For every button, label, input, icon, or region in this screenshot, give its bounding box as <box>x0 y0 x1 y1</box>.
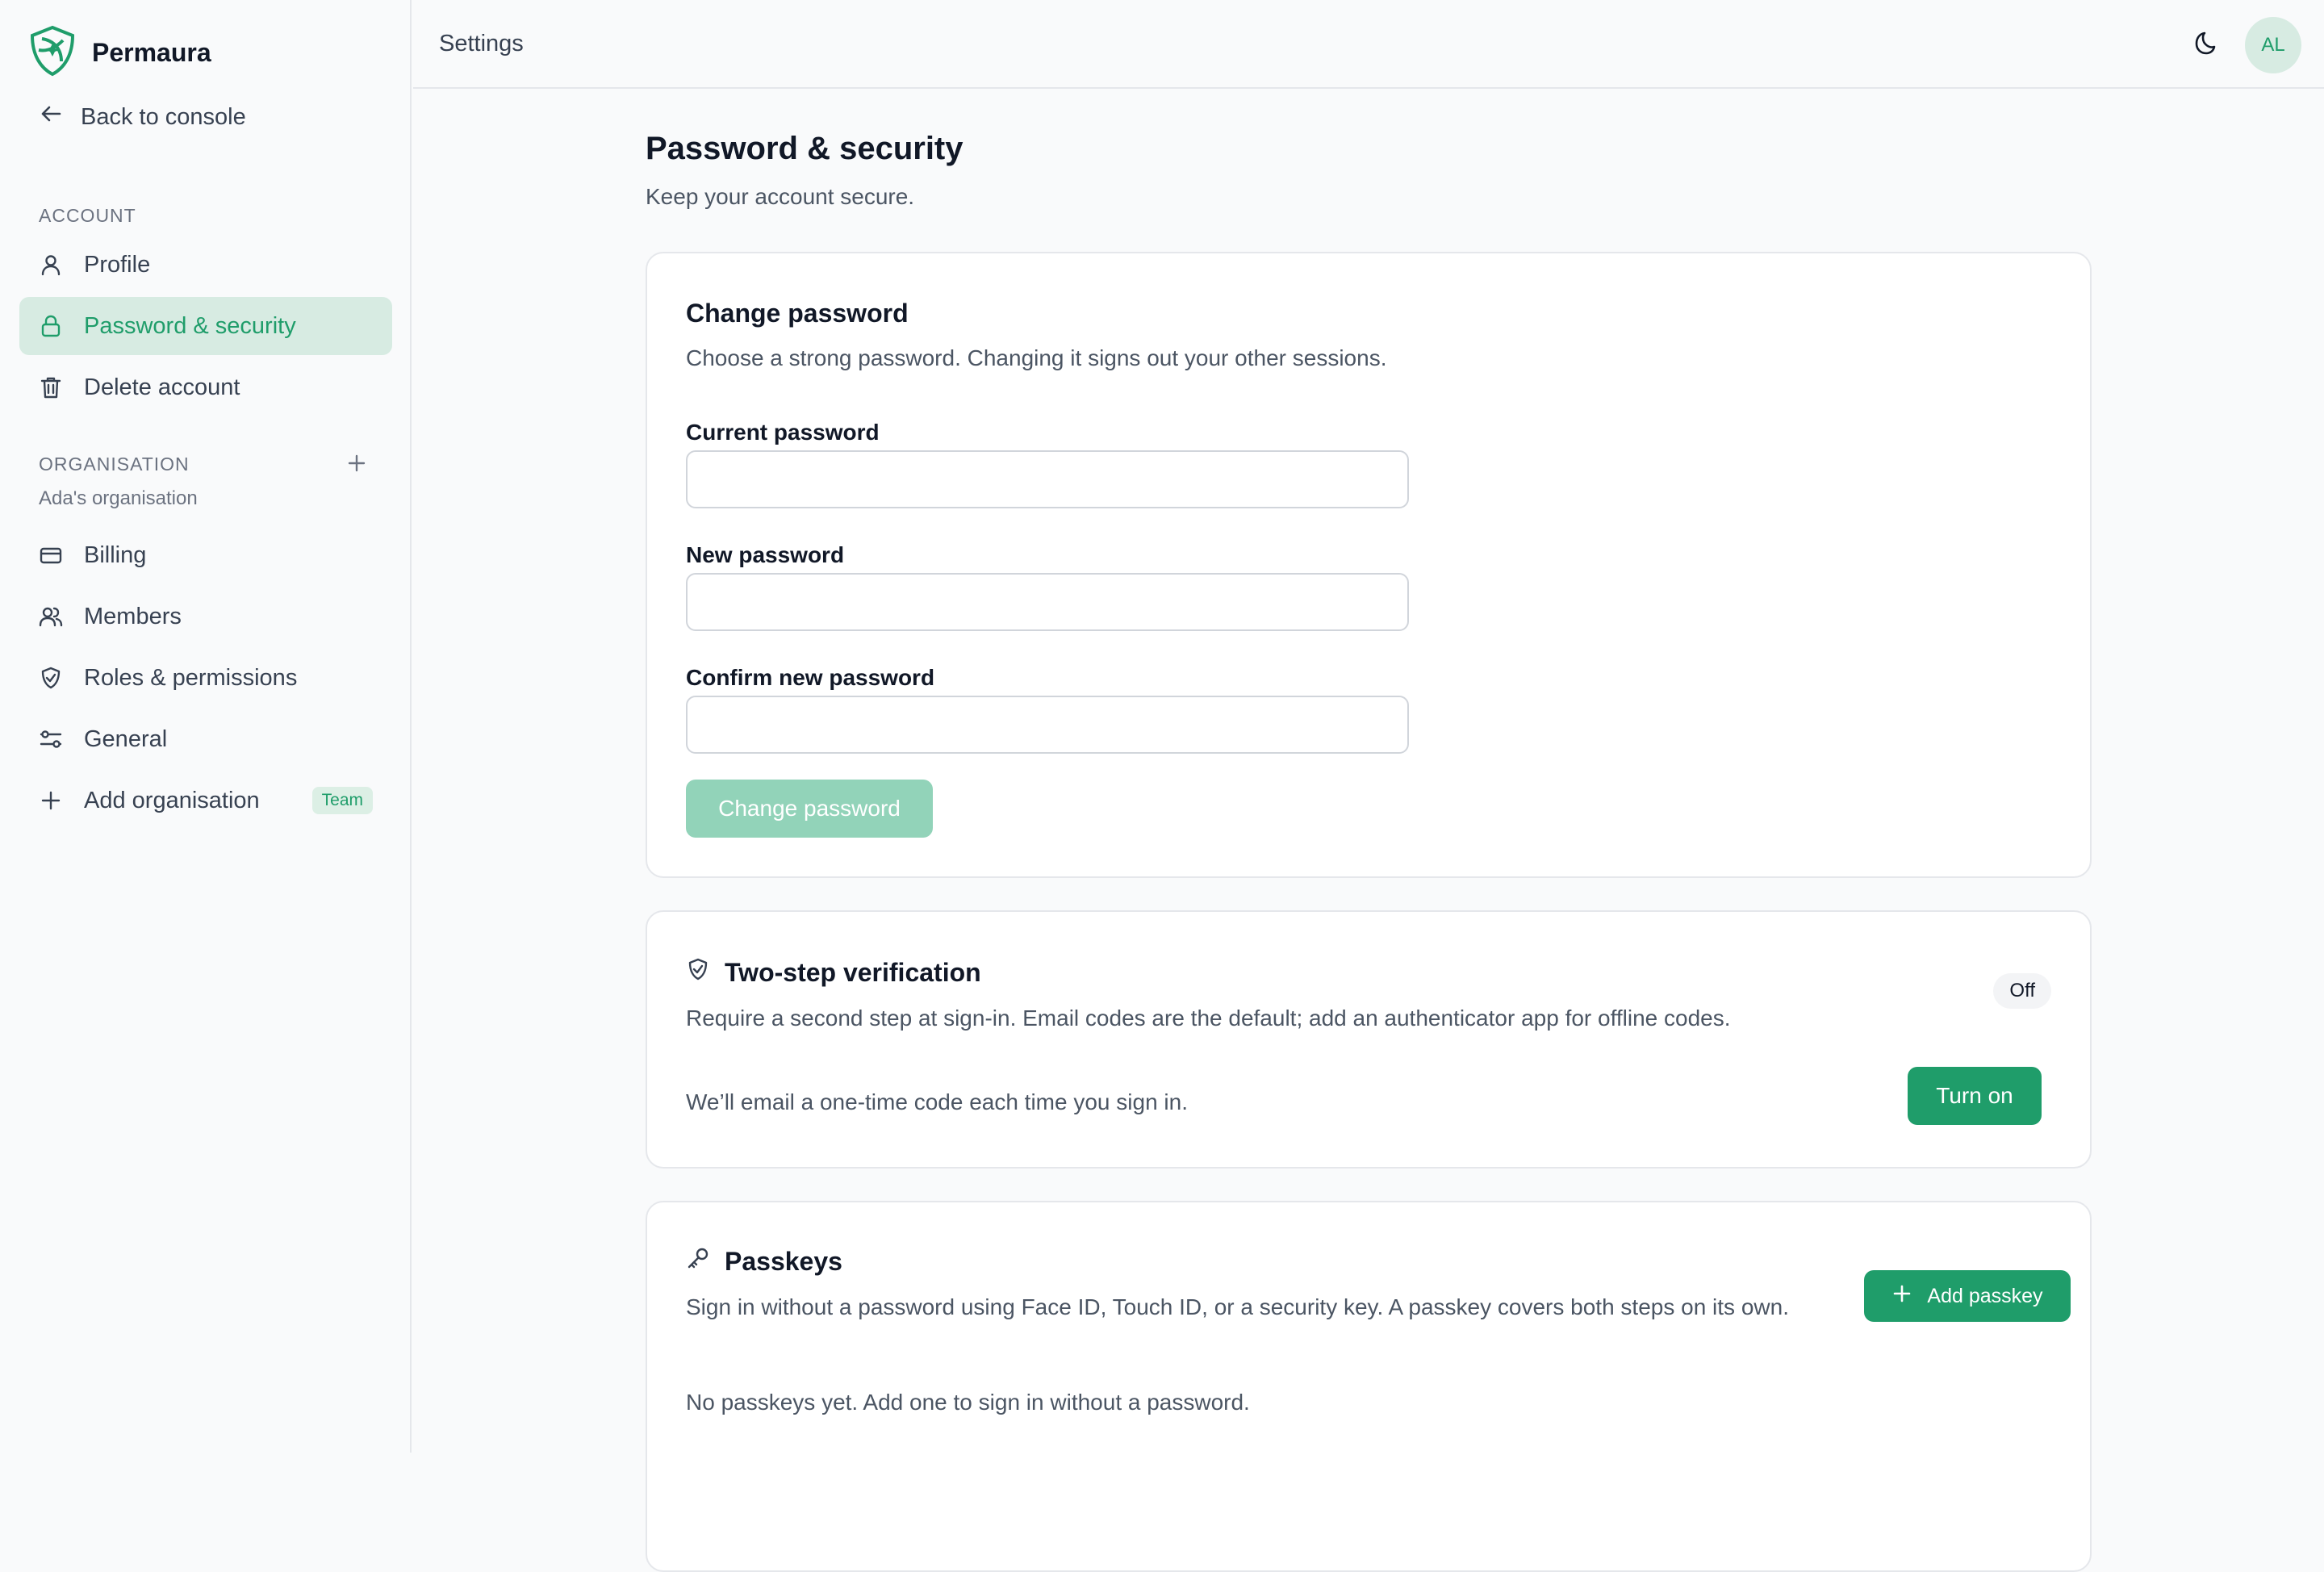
page-subtitle: Keep your account secure. <box>646 184 914 210</box>
arrow-left-icon <box>39 102 63 132</box>
sidebar-item-label: Roles & permissions <box>84 665 297 692</box>
team-badge: Team <box>312 787 373 814</box>
passkeys-description: Sign in without a password using Face ID… <box>686 1291 1832 1323</box>
topbar: Settings AL <box>413 0 2324 89</box>
confirm-password-field[interactable] <box>686 696 1409 754</box>
change-password-description: Choose a strong password. Changing it si… <box>686 342 1386 374</box>
turn-on-button[interactable]: Turn on <box>1908 1067 2042 1125</box>
key-icon <box>686 1246 710 1277</box>
brand-name: Permaura <box>92 38 211 68</box>
back-to-console-link[interactable]: Back to console <box>39 102 246 132</box>
brand[interactable]: Permaura <box>26 24 211 82</box>
sidebar-item-roles-permissions[interactable]: Roles & permissions <box>19 649 392 707</box>
change-password-button[interactable]: Change password <box>686 780 933 838</box>
permaura-logo-icon <box>26 24 79 82</box>
main-content: Password & security Keep your account se… <box>413 90 2324 1453</box>
sidebar-item-label: Add organisation <box>84 788 260 814</box>
sidebar-item-profile[interactable]: Profile <box>19 236 392 294</box>
sidebar-item-billing[interactable]: Billing <box>19 526 392 584</box>
shield-check-icon <box>39 666 63 690</box>
shield-check-icon <box>686 957 710 988</box>
plus-icon <box>39 788 63 813</box>
sidebar-item-label: Delete account <box>84 374 240 401</box>
passkeys-card: Passkeys Sign in without a password usin… <box>646 1201 2092 1572</box>
two-step-info: We’ll email a one-time code each time yo… <box>686 1089 1188 1115</box>
user-icon <box>39 253 63 277</box>
two-step-title-row: Two-step verification <box>686 957 981 988</box>
confirm-password-label: Confirm new password <box>686 665 934 691</box>
change-password-card: Change password Choose a strong password… <box>646 252 2092 878</box>
passkeys-empty-state: No passkeys yet. Add one to sign in with… <box>686 1390 1250 1415</box>
sidebar-item-label: Profile <box>84 252 150 278</box>
sidebar-item-label: Password & security <box>84 313 296 340</box>
sidebar-item-label: Billing <box>84 542 146 569</box>
avatar[interactable]: AL <box>2245 17 2301 73</box>
page-title: Password & security <box>646 131 963 167</box>
users-icon <box>39 604 63 629</box>
trash-icon <box>39 375 63 399</box>
organisation-name: Ada's organisation <box>39 487 198 510</box>
organisation-section-heading: ORGANISATION <box>39 454 190 475</box>
passkeys-title-row: Passkeys <box>686 1246 842 1277</box>
sidebar-item-add-organisation[interactable]: Add organisation Team <box>19 771 392 830</box>
sidebar-item-label: General <box>84 726 167 753</box>
sidebar-item-label: Members <box>84 604 182 630</box>
sidebar: Permaura Back to console ACCOUNT Profile… <box>0 0 412 1453</box>
current-password-field[interactable] <box>686 450 1409 508</box>
sidebar-item-general[interactable]: General <box>19 710 392 768</box>
add-passkey-button[interactable]: Add passkey <box>1864 1270 2071 1322</box>
add-passkey-label: Add passkey <box>1927 1285 2042 1308</box>
sidebar-item-password-security[interactable]: Password & security <box>19 297 392 355</box>
current-password-label: Current password <box>686 420 880 445</box>
sliders-icon <box>39 727 63 751</box>
plus-icon <box>1891 1283 1912 1310</box>
credit-card-icon <box>39 543 63 567</box>
two-step-description: Require a second step at sign-in. Email … <box>686 1002 1731 1035</box>
new-password-field[interactable] <box>686 573 1409 631</box>
status-badge: Off <box>1993 973 2051 1009</box>
topbar-title: Settings <box>439 31 524 57</box>
two-step-title: Two-step verification <box>725 958 981 988</box>
account-section-heading: ACCOUNT <box>39 205 136 227</box>
lock-icon <box>39 314 63 338</box>
sidebar-item-members[interactable]: Members <box>19 587 392 646</box>
new-password-label: New password <box>686 542 844 568</box>
add-organisation-plus-icon[interactable] <box>345 452 368 475</box>
passkeys-title: Passkeys <box>725 1247 842 1277</box>
two-step-verification-card: Two-step verification Off Require a seco… <box>646 910 2092 1169</box>
back-to-console-label: Back to console <box>81 104 246 131</box>
change-password-title: Change password <box>686 299 909 328</box>
moon-icon[interactable] <box>2192 29 2221 58</box>
sidebar-item-delete-account[interactable]: Delete account <box>19 358 392 416</box>
